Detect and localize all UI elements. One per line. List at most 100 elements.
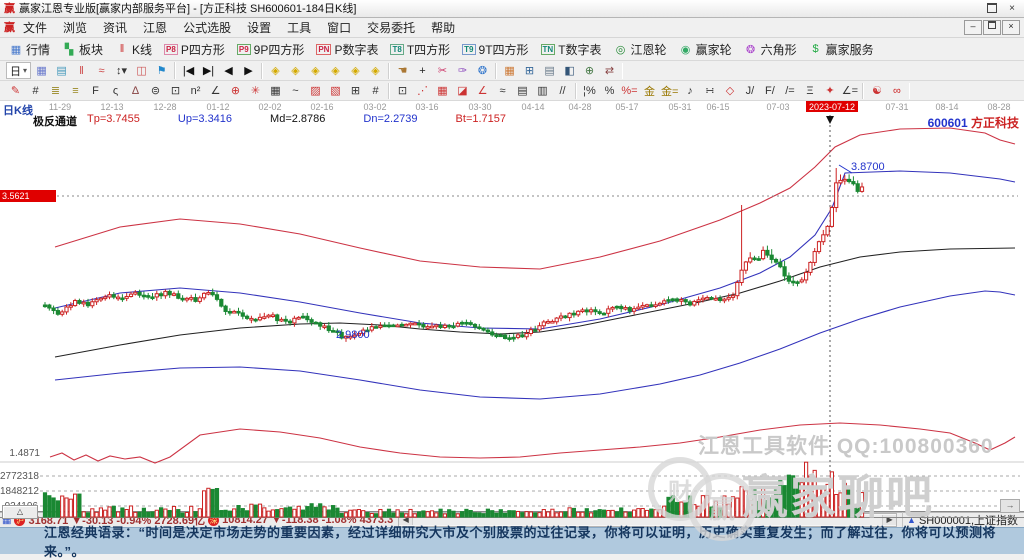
menu-item-江恩[interactable]: 江恩 xyxy=(135,19,175,37)
percent-icon[interactable]: % xyxy=(600,83,619,99)
zoom-in-icon[interactable]: ◈ xyxy=(286,63,305,79)
kline-button[interactable]: ‖K线 xyxy=(110,40,157,59)
gann-wheel-button[interactable]: ◎江恩轮 xyxy=(609,40,672,59)
angle-icon[interactable]: ∆ xyxy=(126,83,145,99)
red-grid-icon[interactable]: ▦ xyxy=(433,83,452,99)
red-block-icon[interactable]: ◪ xyxy=(453,83,472,99)
f-line-icon[interactable]: F xyxy=(86,83,105,99)
close-window-button[interactable]: × xyxy=(1004,2,1020,15)
wave-icon[interactable]: ~ xyxy=(286,83,305,99)
yin-yang-icon[interactable]: ☯ xyxy=(867,83,886,99)
grid-box-icon[interactable]: ▦ xyxy=(266,83,285,99)
star-icon[interactable]: ✦ xyxy=(820,83,839,99)
scale-toggle-icon[interactable]: ↕▾ xyxy=(112,63,131,79)
ninep-square-button[interactable]: P99P四方形 xyxy=(232,40,309,59)
save-icon[interactable]: ◧ xyxy=(560,63,579,79)
arc-icon[interactable]: ⊜ xyxy=(146,83,165,99)
zoom-v-icon[interactable]: ◈ xyxy=(326,63,345,79)
p-table-button[interactable]: PNP数字表 xyxy=(311,40,383,59)
menu-item-浏览[interactable]: 浏览 xyxy=(55,19,95,37)
slash-group-icon[interactable]: // xyxy=(553,83,572,99)
draw-flag-icon[interactable]: ⚑ xyxy=(152,63,171,79)
rect-tool-icon[interactable]: ⊡ xyxy=(393,83,412,99)
golden-icon[interactable]: 金 xyxy=(640,83,659,99)
golden-eq-icon[interactable]: 金= xyxy=(660,83,679,99)
service-button[interactable]: $赢家服务 xyxy=(804,40,879,59)
menu-item-窗口[interactable]: 窗口 xyxy=(319,19,359,37)
edit-tool-icon[interactable]: ✑ xyxy=(453,63,472,79)
mdi-close-button[interactable]: × xyxy=(1002,20,1020,35)
mdi-minimize-button[interactable]: – xyxy=(964,20,982,35)
chart-scroll-right-button[interactable]: → xyxy=(1000,499,1020,513)
pen-tool-icon[interactable]: ✎ xyxy=(6,83,25,99)
ninet-square-button[interactable]: T99T四方形 xyxy=(457,40,533,59)
trend-icon[interactable]: Ξ xyxy=(800,83,819,99)
chart-area[interactable]: 11-2912-1312-2801-1202-0202-1603-0203-16… xyxy=(0,101,1024,512)
ratio-icon[interactable]: ¦% xyxy=(580,83,599,99)
period-dropdown[interactable]: 日▾ xyxy=(6,62,31,79)
zoom-all-icon[interactable]: ◈ xyxy=(366,63,385,79)
export-icon[interactable]: ⊕ xyxy=(580,63,599,79)
star-line-icon[interactable]: ✳ xyxy=(246,83,265,99)
restore-window-button[interactable] xyxy=(984,2,1000,15)
f-slash-icon[interactable]: F/ xyxy=(760,83,779,99)
memo-icon[interactable]: ▤ xyxy=(540,63,559,79)
split-icon[interactable]: ∺ xyxy=(700,83,719,99)
menu-item-帮助[interactable]: 帮助 xyxy=(423,19,463,37)
zigzag-icon[interactable]: ≈ xyxy=(493,83,512,99)
crosshair-tool-icon[interactable]: + xyxy=(413,63,432,79)
grid-2-icon[interactable]: ⊞ xyxy=(346,83,365,99)
hand-tool-icon[interactable]: ☚ xyxy=(393,63,412,79)
p-square-button[interactable]: P8P四方形 xyxy=(159,40,230,59)
range-icon[interactable]: ∠= xyxy=(840,83,859,99)
menu-item-工具[interactable]: 工具 xyxy=(279,19,319,37)
mdi-restore-button[interactable] xyxy=(983,20,1001,35)
t-table-button[interactable]: TNT数字表 xyxy=(536,40,607,59)
info-panel-icon[interactable]: ▤ xyxy=(52,63,71,79)
gann-grid-2-icon[interactable]: ≡ xyxy=(66,83,85,99)
menu-item-公式选股[interactable]: 公式选股 xyxy=(175,19,239,37)
t-square-button[interactable]: T8T四方形 xyxy=(385,40,455,59)
spiral-icon[interactable]: ς xyxy=(106,83,125,99)
sectors-button[interactable]: ▚板块 xyxy=(57,40,108,59)
cut-tool-icon[interactable]: ✂ xyxy=(433,63,452,79)
symmetry-icon[interactable]: # xyxy=(366,83,385,99)
multi-window-icon[interactable]: ◫ xyxy=(132,63,151,79)
prev-bar-icon[interactable]: ◀ xyxy=(219,63,238,79)
transfer-icon[interactable]: ⇄ xyxy=(600,63,619,79)
hexagon-button[interactable]: ❂六角形 xyxy=(739,40,802,59)
kline-mark-2-icon[interactable]: ▧ xyxy=(326,83,345,99)
zoom-h-icon[interactable]: ◈ xyxy=(306,63,325,79)
kline-style-icon[interactable]: ‖ xyxy=(72,63,91,79)
mdi-system-icon[interactable]: 赢 xyxy=(4,19,15,35)
first-bar-icon[interactable]: |◀ xyxy=(179,63,198,79)
zoom-out-icon[interactable]: ◈ xyxy=(266,63,285,79)
winner-wheel-button[interactable]: ◉赢家轮 xyxy=(674,40,737,59)
fan-lines-icon[interactable]: ⋰ xyxy=(413,83,432,99)
angle-line-icon[interactable]: ∠ xyxy=(473,83,492,99)
table-grid-2-icon[interactable]: ▥ xyxy=(533,83,552,99)
kline-style-2-icon[interactable]: ≈ xyxy=(92,63,111,79)
note-line-icon[interactable]: ♪ xyxy=(680,83,699,99)
quotes-button[interactable]: ▦行情 xyxy=(4,40,55,59)
diamond-line-icon[interactable]: ◇ xyxy=(720,83,739,99)
gann-grid-icon[interactable]: ≣ xyxy=(46,83,65,99)
circle-cross-icon[interactable]: ⊕ xyxy=(226,83,245,99)
last-bar-icon[interactable]: ▶| xyxy=(199,63,218,79)
menu-item-交易委托[interactable]: 交易委托 xyxy=(359,19,423,37)
menu-item-设置[interactable]: 设置 xyxy=(239,19,279,37)
j-slash-icon[interactable]: J/ xyxy=(740,83,759,99)
infinity-icon[interactable]: ∞ xyxy=(887,83,906,99)
next-bar-icon[interactable]: ▶ xyxy=(239,63,258,79)
kline-mark-icon[interactable]: ▨ xyxy=(306,83,325,99)
vline-group-icon[interactable]: # xyxy=(26,83,45,99)
globe-tool-icon[interactable]: ❂ xyxy=(473,63,492,79)
slash-eq-icon[interactable]: /= xyxy=(780,83,799,99)
zoom-fit-icon[interactable]: ◈ xyxy=(346,63,365,79)
percent-eq-icon[interactable]: %= xyxy=(620,83,639,99)
menu-item-文件[interactable]: 文件 xyxy=(15,19,55,37)
square-n2-icon[interactable]: n² xyxy=(186,83,205,99)
menu-item-资讯[interactable]: 资讯 xyxy=(95,19,135,37)
table-grid-icon[interactable]: ▤ xyxy=(513,83,532,99)
expand-volume-button[interactable]: △ xyxy=(2,505,38,519)
